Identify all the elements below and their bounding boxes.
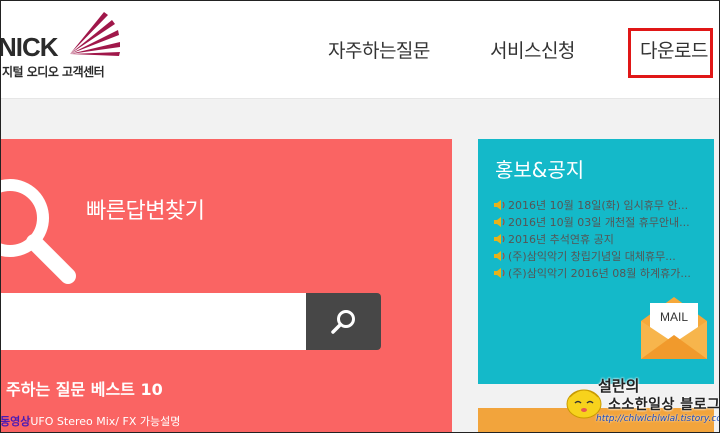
notice-item-text: (주)삼익악기 2016년 08월 하계휴가... [508, 266, 691, 280]
watermark-line1: 설란의 [598, 377, 640, 395]
notice-item-text: 2016년 추석연휴 공지 [508, 232, 614, 246]
notice-item[interactable]: 2016년 추석연휴 공지 [494, 230, 691, 247]
speaker-icon [494, 216, 505, 227]
logo-text: nick [0, 32, 59, 62]
speaker-icon [494, 233, 505, 244]
notice-title: 홍보&공지 [495, 158, 585, 182]
nav-faq[interactable]: 자주하는질문 [328, 36, 430, 63]
nav-service-request[interactable]: 서비스신청 [490, 36, 575, 63]
notice-item[interactable]: 2016년 10월 03일 개천절 휴무안내... [494, 213, 691, 230]
faq-best-title: 주하는 질문 베스트 10 [6, 380, 163, 399]
watermark-line2: 소소한일상 블로그 [608, 397, 720, 413]
faq-best-item-text: UFO Stereo Mix/ FX 가능설명 [30, 415, 181, 428]
quick-answer-title: 빠른답변찾기 [86, 199, 205, 224]
speaker-icon [494, 267, 505, 278]
faq-best-item-tag: 동영상 [0, 415, 31, 428]
search-button[interactable] [306, 293, 381, 350]
watermark-url: http://chlwlchlwlal.tistory.com [596, 414, 720, 424]
notice-item[interactable]: 2016년 10월 18일(화) 임시휴무 안... [494, 196, 691, 213]
notice-item[interactable]: (주)삼익악기 2016년 08월 하계휴가... [494, 264, 691, 281]
mail-label: MAIL [660, 310, 688, 324]
search-icon [331, 310, 355, 334]
logo-fan-icon [70, 12, 120, 56]
notice-item[interactable]: (주)삼익악기 창립기념일 대체휴무... [494, 247, 691, 264]
site-logo[interactable]: nick 지털 오디오 고객센터 [0, 10, 140, 90]
site-header: nick 지털 오디오 고객센터 자주하는질문 서비스신청 다운로드 [0, 0, 720, 99]
mail-icon[interactable]: MAIL [641, 293, 707, 359]
notice-item-text: (주)삼익악기 창립기념일 대체휴무... [508, 249, 676, 263]
search-input[interactable] [0, 293, 306, 350]
faq-best-item[interactable]: 동영상UFO Stereo Mix/ FX 가능설명 [0, 413, 180, 429]
notice-item-text: 2016년 10월 03일 개천절 휴무안내... [508, 215, 690, 229]
logo-subtitle: 지털 오디오 고객센터 [2, 65, 105, 79]
download-highlight-box [628, 28, 713, 78]
notice-item-text: 2016년 10월 18일(화) 임시휴무 안... [508, 198, 689, 212]
speaker-icon [494, 250, 505, 261]
notice-list: 2016년 10월 18일(화) 임시휴무 안... 2016년 10월 03일… [494, 196, 691, 281]
speaker-icon [494, 199, 505, 210]
magnifier-icon [0, 179, 76, 284]
